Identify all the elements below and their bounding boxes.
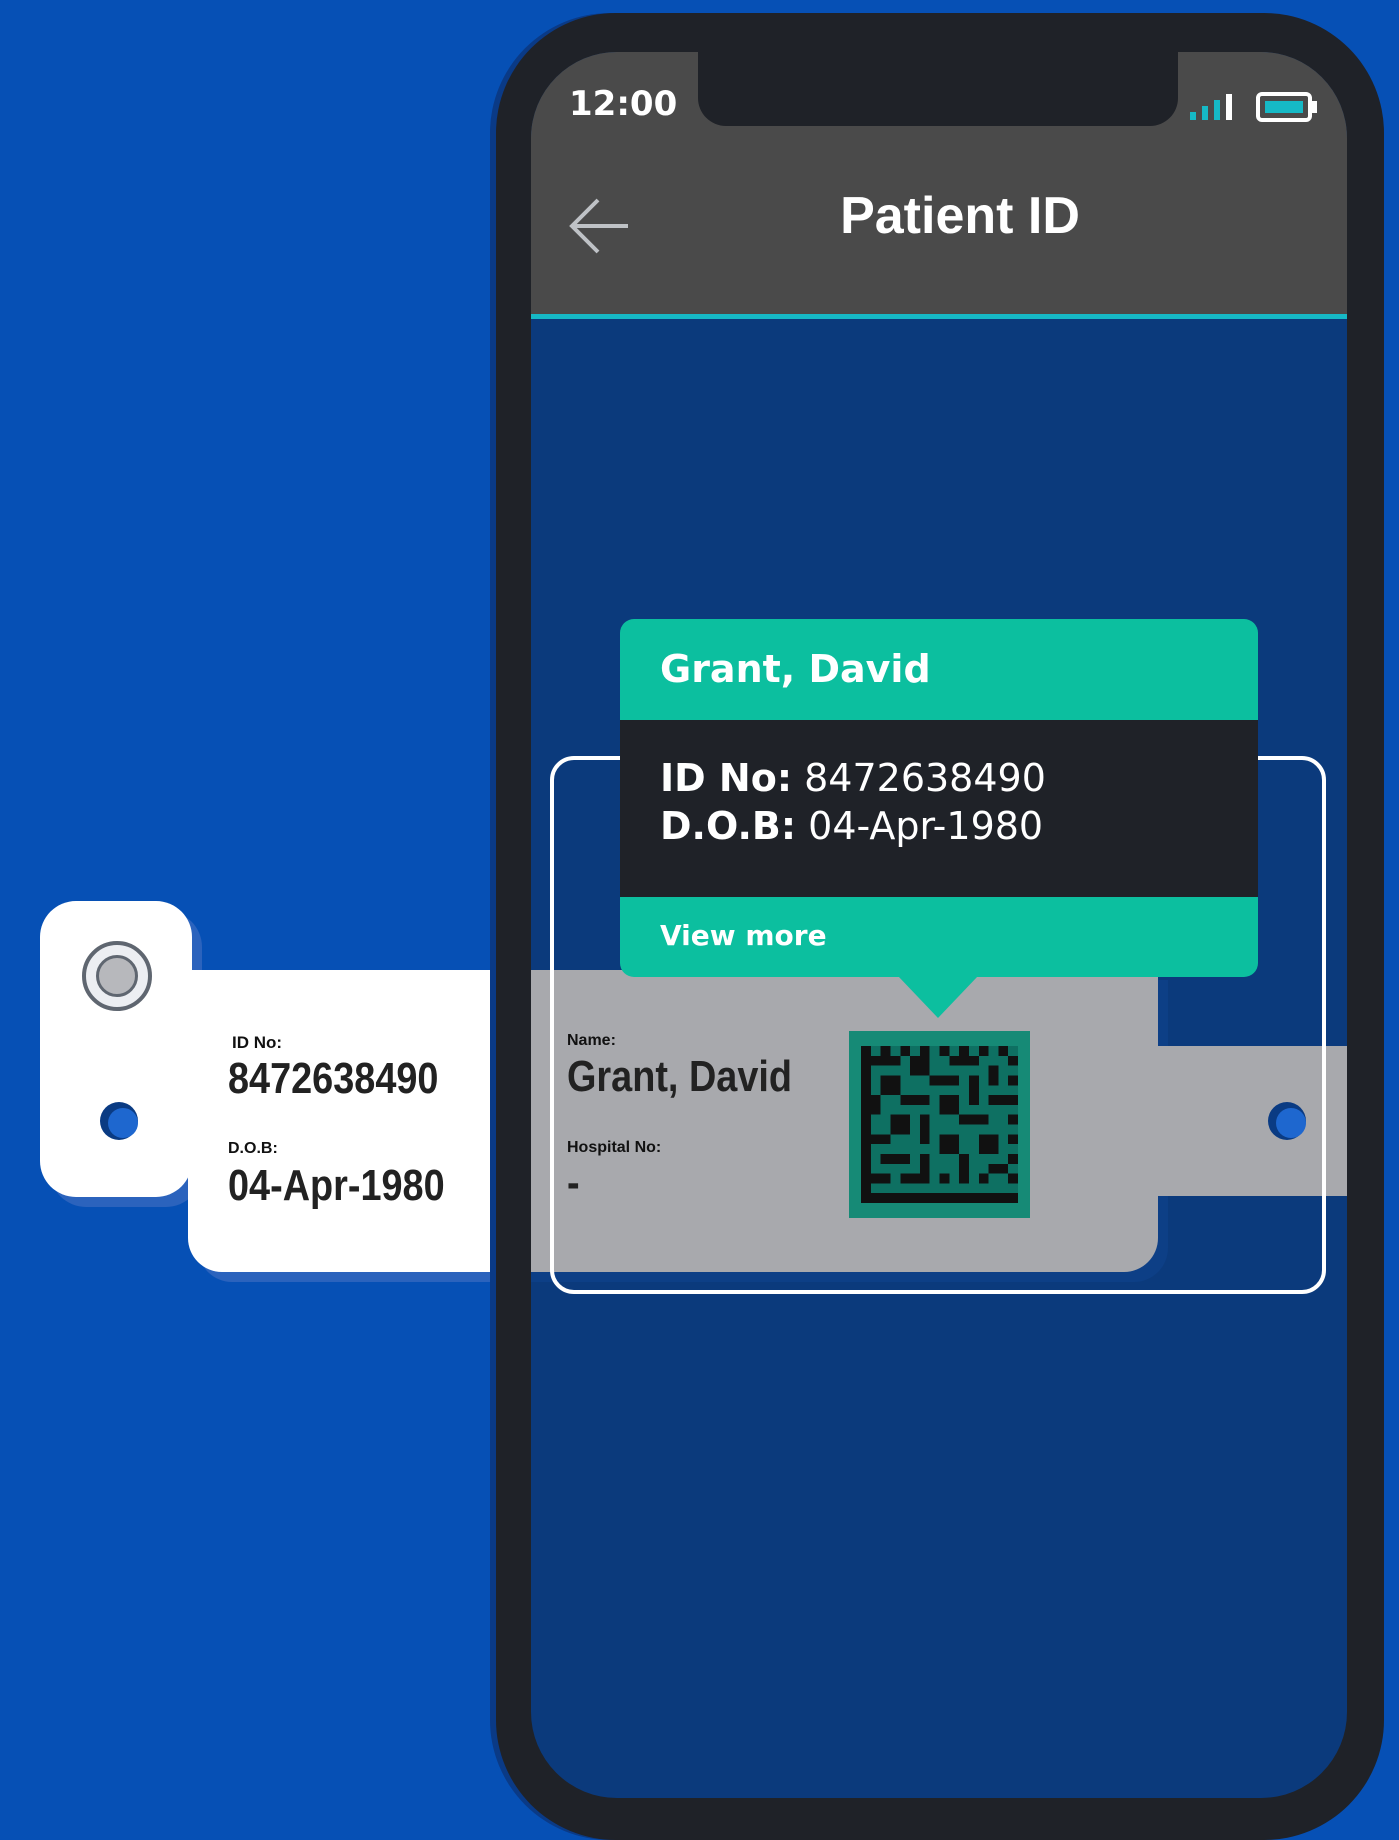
wristband-dob-label: D.O.B:: [228, 1140, 278, 1157]
wristband-dob-value: 04-Apr-1980: [228, 1161, 445, 1210]
patient-dob-label: D.O.B:: [660, 804, 797, 848]
back-button[interactable]: [568, 194, 632, 258]
view-more-label: View more: [660, 919, 827, 952]
patient-name: Grant, David: [660, 647, 931, 691]
wristband-label-white: [188, 970, 498, 1272]
patient-dob-row: D.O.B: 04-Apr-1980: [660, 804, 1043, 848]
patient-id-label: ID No:: [660, 756, 793, 800]
status-time: 12:00: [569, 84, 678, 124]
strap-hole-icon: [100, 1102, 138, 1140]
phone-notch: [698, 52, 1178, 126]
patient-dob-value: 04-Apr-1980: [808, 804, 1044, 848]
wristband-id-label: ID No:: [232, 1033, 283, 1052]
snap-button-icon: [82, 941, 152, 1011]
patient-card-body: ID No: 8472638490 D.O.B: 04-Apr-1980: [620, 720, 1258, 897]
page-title: Patient ID: [840, 187, 1080, 245]
card-pointer: [898, 976, 978, 1018]
patient-id-row: ID No: 8472638490: [660, 756, 1046, 800]
wristband-id-value: 8472638490: [228, 1054, 439, 1103]
battery-icon: [1256, 92, 1318, 126]
patient-card-header: Grant, David: [620, 619, 1258, 720]
arrow-left-icon: [569, 198, 628, 254]
patient-id-value: 8472638490: [804, 756, 1046, 800]
view-more-button[interactable]: View more: [620, 897, 1258, 977]
signal-icon: [1188, 92, 1236, 126]
